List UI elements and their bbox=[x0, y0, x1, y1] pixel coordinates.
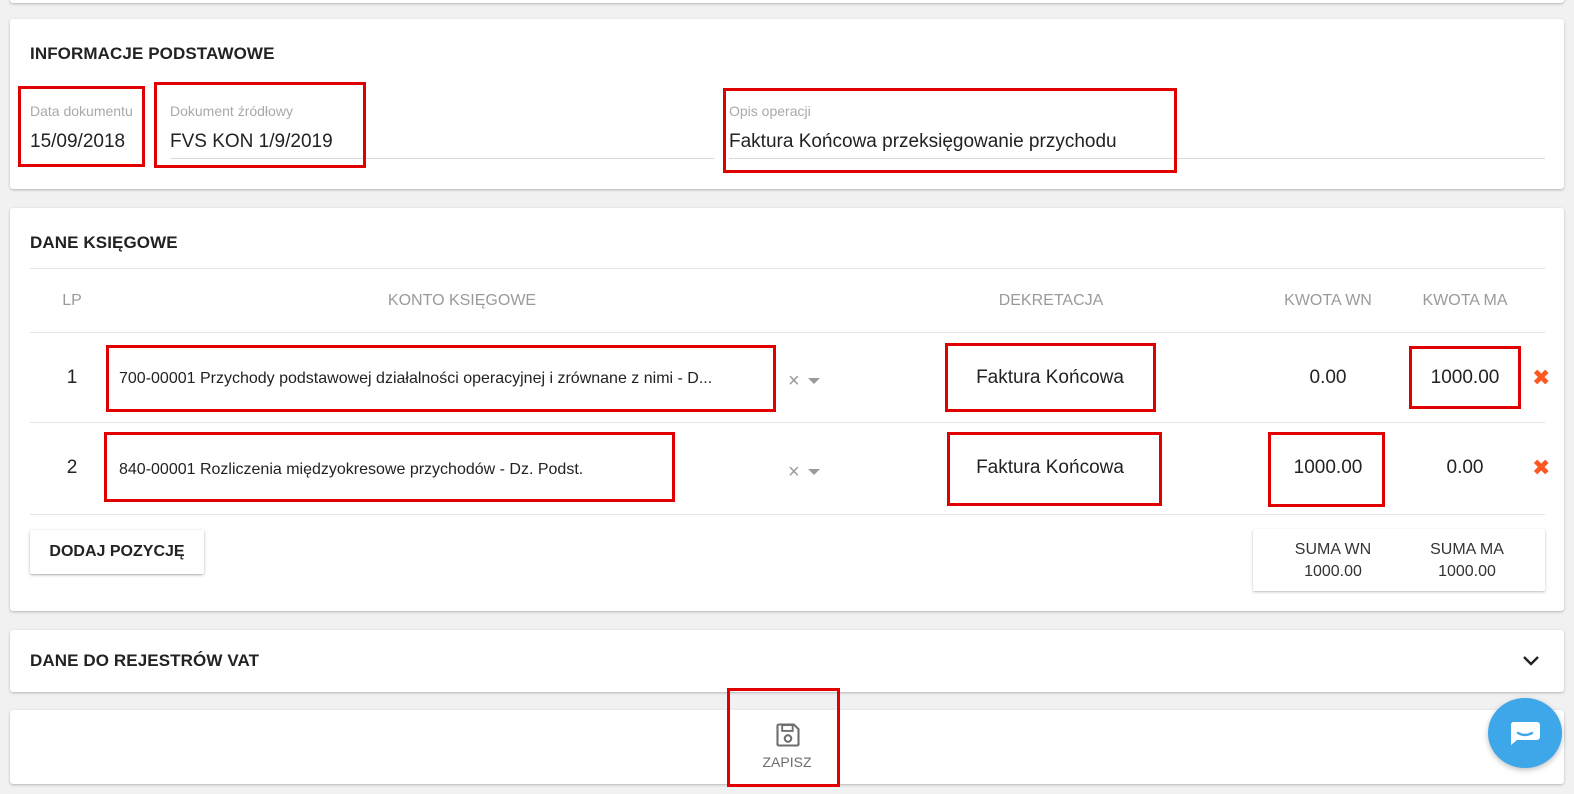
basic-info-card: INFORMACJE PODSTAWOWE Data dokumentu 15/… bbox=[10, 19, 1564, 189]
divider bbox=[30, 268, 1545, 269]
row-number: 1 bbox=[66, 367, 78, 388]
accounting-title: DANE KSIĘGOWE bbox=[30, 233, 178, 252]
source-document-underline bbox=[170, 158, 714, 159]
chat-widget-button[interactable] bbox=[1488, 698, 1562, 768]
save-card: ZAPISZ bbox=[10, 710, 1564, 784]
operation-description-value[interactable]: Faktura Końcowa przeksięgowanie przychod… bbox=[729, 131, 1117, 153]
sum-wn-value: 1000.00 bbox=[1304, 563, 1362, 580]
sum-wn-label: SUMA WN bbox=[1294, 541, 1372, 558]
document-date-label: Data dokumentu bbox=[30, 103, 133, 119]
amount-wn-value[interactable]: 1000.00 bbox=[1294, 457, 1363, 479]
chat-bubble-icon bbox=[1510, 722, 1540, 745]
save-label: ZAPISZ bbox=[762, 754, 812, 770]
account-select[interactable]: 700-00001 Przychody podstawowej działaln… bbox=[119, 370, 712, 388]
source-document-value[interactable]: FVS KON 1/9/2019 bbox=[170, 131, 333, 153]
decree-value[interactable]: Faktura Końcowa bbox=[976, 457, 1124, 479]
save-button[interactable]: ZAPISZ bbox=[737, 710, 837, 782]
amount-ma-value[interactable]: 0.00 bbox=[1447, 457, 1484, 479]
basic-info-title: INFORMACJE PODSTAWOWE bbox=[30, 44, 275, 63]
highlight-box bbox=[154, 82, 366, 168]
chevron-down-icon[interactable] bbox=[807, 378, 820, 384]
amount-ma-value[interactable]: 1000.00 bbox=[1431, 367, 1500, 389]
previous-card bbox=[10, 0, 1564, 3]
add-position-button[interactable]: DODAJ POZYCJĘ bbox=[30, 530, 204, 574]
document-date-value[interactable]: 15/09/2018 bbox=[30, 131, 125, 153]
column-header-lp: LP bbox=[62, 292, 82, 309]
account-select-controls: × bbox=[788, 462, 820, 482]
divider bbox=[30, 332, 1545, 333]
column-header-account: KONTO KSIĘGOWE bbox=[387, 292, 537, 309]
sum-ma: SUMA MA 1000.00 bbox=[1412, 539, 1522, 583]
sum-wn: SUMA WN 1000.00 bbox=[1278, 539, 1388, 583]
sum-ma-value: 1000.00 bbox=[1438, 563, 1496, 580]
account-select-controls: × bbox=[788, 371, 820, 391]
account-select[interactable]: 840-00001 Rozliczenia międzyokresowe prz… bbox=[119, 461, 583, 479]
accounting-card: DANE KSIĘGOWE LP KONTO KSIĘGOWE DEKRETAC… bbox=[10, 208, 1564, 611]
delete-row-icon[interactable]: ✖ bbox=[1532, 367, 1550, 389]
chevron-down-icon[interactable] bbox=[1522, 655, 1540, 667]
close-icon[interactable]: × bbox=[788, 371, 800, 391]
vat-title: DANE DO REJESTRÓW VAT bbox=[30, 651, 260, 670]
operation-description-underline bbox=[729, 158, 1545, 159]
delete-row-icon[interactable]: ✖ bbox=[1532, 457, 1550, 479]
close-icon[interactable]: × bbox=[788, 462, 800, 482]
column-header-amount-wn: KWOTA WN bbox=[1284, 292, 1372, 309]
vat-section[interactable]: DANE DO REJESTRÓW VAT bbox=[10, 630, 1564, 692]
chevron-down-icon[interactable] bbox=[807, 469, 820, 475]
row-number: 2 bbox=[66, 457, 78, 478]
operation-description-label: Opis operacji bbox=[729, 103, 811, 119]
column-header-decree: DEKRETACJA bbox=[998, 292, 1104, 309]
column-header-amount-ma: KWOTA MA bbox=[1422, 292, 1508, 309]
floppy-disk-icon bbox=[776, 723, 800, 747]
amount-wn-value[interactable]: 0.00 bbox=[1310, 367, 1347, 389]
highlight-box bbox=[18, 86, 145, 167]
sum-summary: SUMA WN 1000.00 SUMA MA 1000.00 bbox=[1253, 529, 1545, 591]
source-document-label: Dokument źródłowy bbox=[170, 103, 293, 119]
decree-value[interactable]: Faktura Końcowa bbox=[976, 367, 1124, 389]
divider bbox=[30, 422, 1545, 423]
divider bbox=[30, 514, 1545, 515]
sum-ma-label: SUMA MA bbox=[1430, 541, 1504, 558]
